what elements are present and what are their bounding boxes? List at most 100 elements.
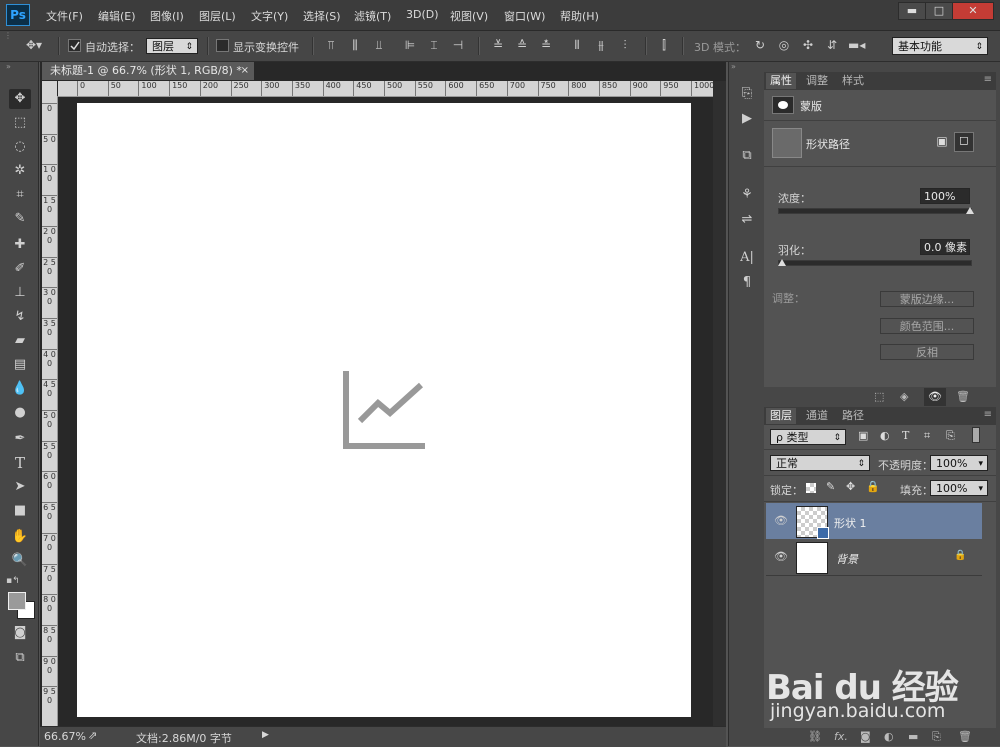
new-layer-icon[interactable]: ⎘: [932, 730, 941, 744]
layer-row-background[interactable]: 👁 背景 🔒: [766, 539, 982, 576]
tool-presets-icon[interactable]: ⇌: [737, 210, 757, 230]
layer-row-shape-1[interactable]: 👁 形状 1: [766, 503, 982, 540]
show-transform-checkbox[interactable]: [216, 39, 229, 52]
new-group-icon[interactable]: ▬: [908, 730, 918, 743]
new-adjustment-icon[interactable]: ◐: [884, 730, 894, 743]
link-layers-icon[interactable]: ⛓: [808, 730, 822, 743]
minimize-button[interactable]: ▬: [898, 2, 926, 20]
move-tool-preset-icon[interactable]: ✥▾: [22, 38, 46, 52]
menu-select[interactable]: 选择(S): [303, 8, 341, 24]
tab-layers[interactable]: 图层: [766, 408, 796, 424]
layer-comps-icon[interactable]: ⧉: [737, 146, 757, 166]
visibility-eye-icon[interactable]: 👁: [774, 514, 788, 528]
menu-view[interactable]: 视图(V): [450, 8, 488, 24]
export-icon[interactable]: ⇗: [88, 729, 97, 742]
opacity-dropdown[interactable]: 100% ▾: [930, 455, 988, 471]
feather-slider-thumb[interactable]: [778, 259, 786, 266]
color-range-button[interactable]: 颜色范围...: [880, 318, 974, 334]
eyedropper-tool-icon[interactable]: ✎: [9, 209, 31, 229]
screen-mode-icon[interactable]: ⧉: [9, 648, 31, 668]
menu-filter[interactable]: 滤镜(T): [354, 8, 391, 24]
3d-slide-icon[interactable]: ⇵: [824, 38, 840, 52]
document-tab[interactable]: 未标题-1 @ 66.7% (形状 1, RGB/8) * ×: [42, 62, 254, 80]
menu-type[interactable]: 文字(Y): [251, 8, 288, 24]
filter-pixel-icon[interactable]: ▣: [858, 429, 868, 442]
close-tab-icon[interactable]: ×: [241, 62, 249, 80]
tab-channels[interactable]: 通道: [802, 408, 832, 424]
zoom-tool-icon[interactable]: 🔍: [9, 551, 31, 571]
apply-mask-icon[interactable]: ◈: [900, 390, 908, 403]
horizontal-ruler[interactable]: 0 50 100 150 200 250 300 350 400 450 500 550 600 650 7…: [58, 81, 713, 97]
vertical-scrollbar[interactable]: [713, 81, 726, 726]
character-panel-icon[interactable]: A|: [737, 248, 757, 268]
visibility-eye-icon[interactable]: 👁: [774, 550, 788, 564]
3d-roll-icon[interactable]: ◎: [776, 38, 792, 52]
tab-paths[interactable]: 路径: [838, 408, 868, 424]
quick-mask-icon[interactable]: ◙: [9, 623, 31, 643]
menu-edit[interactable]: 编辑(E): [98, 8, 136, 24]
align-right-icon[interactable]: ⊣: [450, 38, 466, 52]
lasso-tool-icon[interactable]: ◌: [9, 137, 31, 157]
history-panel-icon[interactable]: ⎘: [737, 84, 757, 104]
layer-filter-kind-dropdown[interactable]: ρ 类型 ⇕: [770, 429, 846, 445]
delete-layer-icon[interactable]: 🗑: [958, 730, 972, 743]
rectangle-tool-icon[interactable]: ■: [9, 501, 31, 521]
menu-window[interactable]: 窗口(W): [504, 8, 545, 24]
blend-mode-dropdown[interactable]: 正常 ⇕: [770, 455, 870, 471]
menu-3d[interactable]: 3D(D): [406, 8, 439, 21]
type-tool-icon[interactable]: T: [9, 453, 31, 473]
path-selection-tool-icon[interactable]: ➤: [9, 477, 31, 497]
layer-style-icon[interactable]: fx.: [834, 730, 848, 743]
toggle-mask-visibility-icon[interactable]: 👁: [924, 388, 946, 406]
add-pixel-mask-icon[interactable]: ▣: [934, 134, 950, 150]
filter-adjustment-icon[interactable]: ◐: [880, 429, 890, 442]
marquee-tool-icon[interactable]: ⬚: [9, 113, 31, 133]
feather-input[interactable]: 0.0 像素: [920, 239, 970, 255]
close-button[interactable]: ✕: [952, 2, 994, 20]
paragraph-panel-icon[interactable]: ¶: [737, 273, 757, 293]
3d-pan-icon[interactable]: ✣: [800, 38, 816, 52]
distribute-top-icon[interactable]: ≚: [490, 38, 506, 52]
align-bottom-icon[interactable]: ⫫: [371, 38, 387, 52]
auto-select-checkbox[interactable]: [68, 39, 81, 52]
actions-panel-icon[interactable]: ▶: [737, 109, 757, 129]
delete-mask-icon[interactable]: 🗑: [956, 390, 970, 403]
add-vector-mask-icon[interactable]: ◻: [954, 132, 974, 152]
vector-mask-thumbnail[interactable]: [772, 128, 802, 158]
vertical-ruler[interactable]: 0 5 0 1 0 0 1 5 0 2 0 0 2 5 0 3 0 0 3 5 0 4 0 0 4…: [42, 96, 58, 726]
3d-rotate-icon[interactable]: ↻: [752, 38, 768, 52]
load-selection-icon[interactable]: ⬚: [874, 390, 884, 403]
menu-file[interactable]: 文件(F): [46, 8, 83, 24]
workspace-dropdown[interactable]: 基本功能 ⇕: [892, 37, 988, 55]
distribute-vcenter-icon[interactable]: ≙: [514, 38, 530, 52]
collapse-icon[interactable]: »: [6, 62, 11, 71]
fill-dropdown[interactable]: 100% ▾: [930, 480, 988, 496]
auto-select-dropdown[interactable]: 图层 ⇕: [146, 38, 198, 54]
maximize-button[interactable]: □: [925, 2, 953, 20]
align-vcenter-icon[interactable]: ⫼: [347, 38, 363, 52]
crop-tool-icon[interactable]: ⌗: [9, 185, 31, 205]
history-brush-tool-icon[interactable]: ↯: [9, 307, 31, 327]
lock-position-icon[interactable]: ✥: [846, 480, 855, 493]
default-colors-icon[interactable]: ▪↰: [6, 576, 20, 586]
foreground-color-front[interactable]: [8, 592, 26, 610]
panel-menu-icon[interactable]: ≡: [984, 409, 992, 420]
dodge-tool-icon[interactable]: ●: [9, 403, 31, 423]
density-slider[interactable]: [778, 208, 972, 214]
blur-tool-icon[interactable]: 💧: [9, 379, 31, 399]
filter-toggle-switch[interactable]: [972, 427, 980, 443]
add-mask-icon[interactable]: ◙: [860, 730, 871, 743]
ruler-origin[interactable]: [42, 81, 57, 96]
menu-image[interactable]: 图像(I): [150, 8, 184, 24]
move-tool-icon[interactable]: ✥: [9, 89, 31, 109]
menu-help[interactable]: 帮助(H): [560, 8, 599, 24]
density-input[interactable]: 100%: [920, 188, 970, 204]
auto-align-icon[interactable]: ⫿: [656, 38, 672, 52]
density-slider-thumb[interactable]: [966, 207, 974, 214]
align-left-icon[interactable]: ⊫: [402, 38, 418, 52]
panel-menu-icon[interactable]: ≡: [984, 74, 992, 85]
lock-transparent-icon[interactable]: [806, 483, 816, 493]
feather-slider[interactable]: [778, 260, 972, 266]
distribute-bottom-icon[interactable]: ≛: [538, 38, 554, 52]
filter-shape-icon[interactable]: ⌗: [924, 429, 930, 443]
